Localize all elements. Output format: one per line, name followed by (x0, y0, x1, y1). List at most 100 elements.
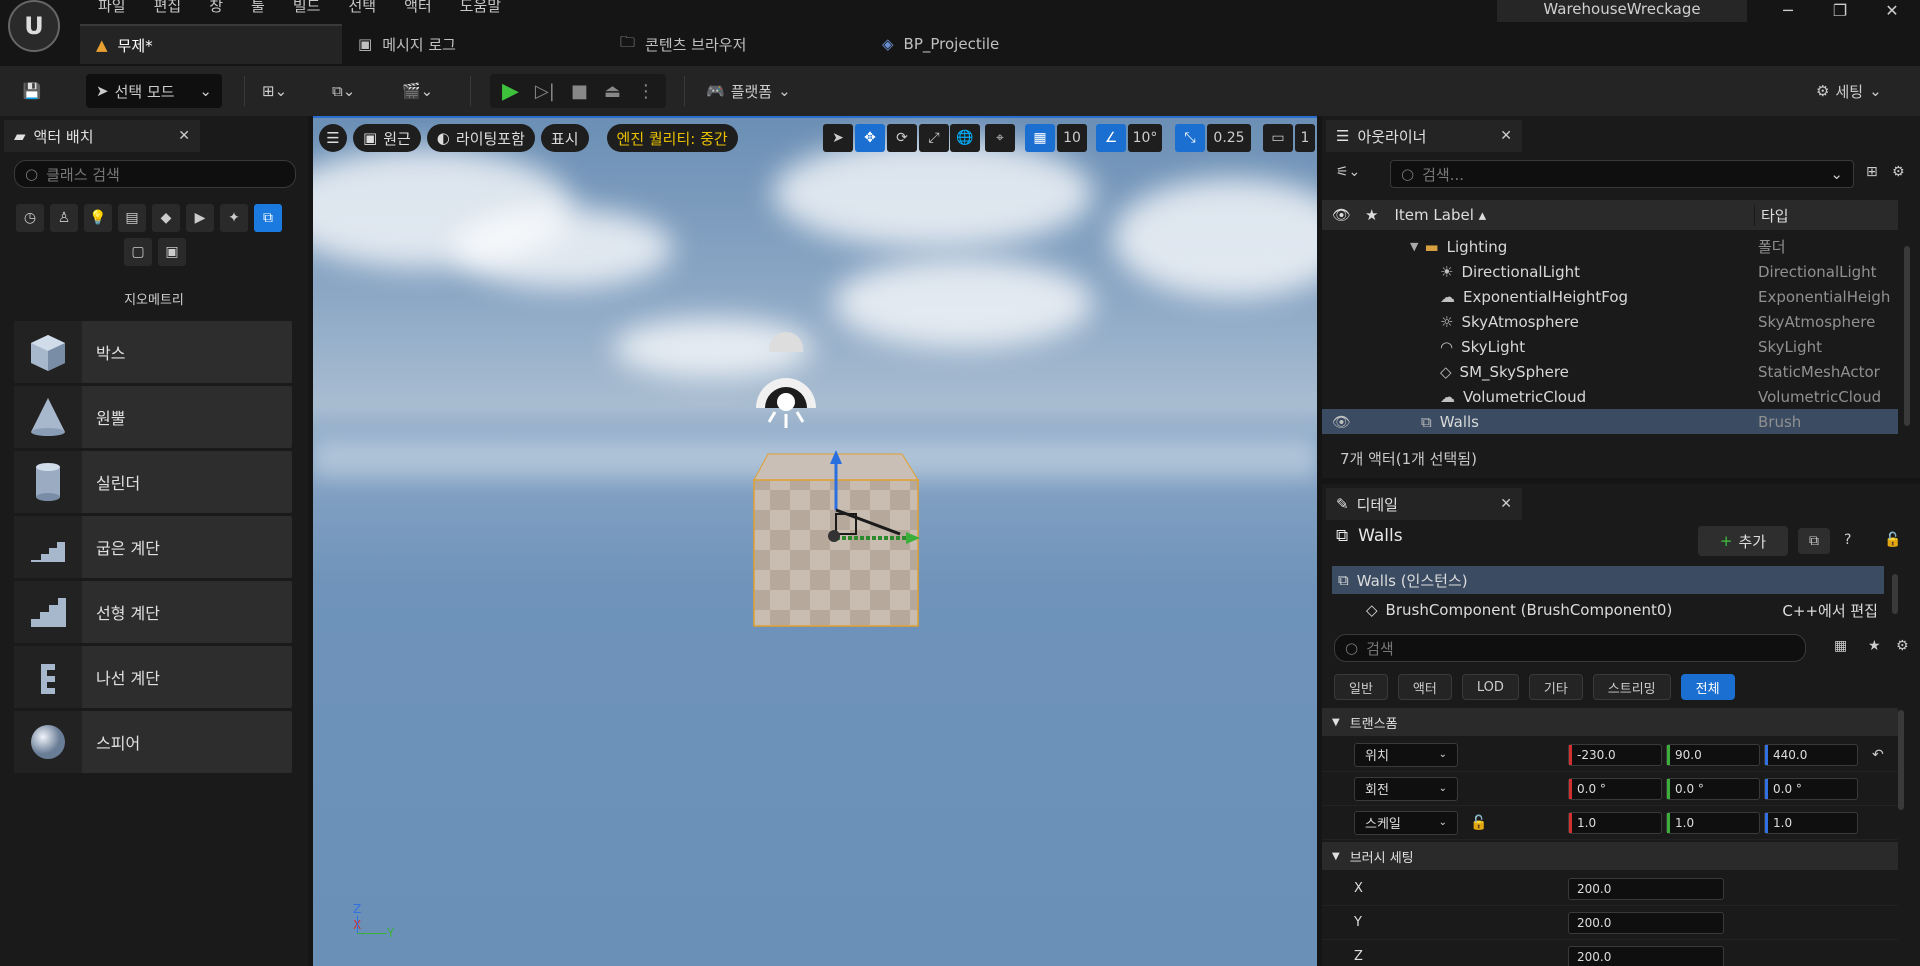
camera-speed-value[interactable]: 1 (1295, 124, 1315, 152)
engine-quality-badge[interactable]: 엔진 퀄리티: 중간 (606, 124, 738, 152)
filter-misc[interactable]: 기타 (1528, 674, 1583, 700)
menu-window[interactable]: 창 (195, 0, 237, 16)
details-search-input[interactable]: ○ 검색 (1334, 634, 1806, 662)
rotation-y-field[interactable]: 0.0 ° (1666, 777, 1760, 800)
volumes-icon[interactable]: ▶ (186, 204, 214, 232)
close-icon[interactable]: ✕ (178, 128, 190, 144)
cinematic-icon[interactable]: ▤ (118, 204, 146, 232)
scale-z-field[interactable]: 1.0 (1764, 811, 1858, 834)
brush-z-field[interactable]: 200.0 (1568, 945, 1724, 966)
outliner-tab[interactable]: ☰ 아웃라이너 ✕ (1326, 120, 1522, 152)
outliner-scrollbar[interactable] (1904, 246, 1910, 426)
rotate-icon[interactable]: ⟳ (887, 124, 917, 152)
outliner-search-input[interactable]: ○ 검색... ⌄ (1390, 160, 1854, 188)
geo-item-cone[interactable]: 원뿔 (14, 386, 292, 448)
scale-snap-icon[interactable]: ⤡ (1175, 124, 1205, 152)
angle-snap-icon[interactable]: ∠ (1096, 124, 1126, 152)
add-actor-icon[interactable]: ⊞⌄ (262, 74, 287, 108)
close-icon[interactable]: ✕ (1500, 128, 1512, 144)
location-y-field[interactable]: 90.0 (1666, 743, 1760, 766)
globe-icon[interactable]: 🌐 (950, 124, 980, 152)
menu-edit[interactable]: 편집 (140, 0, 196, 16)
geo-item-box[interactable]: 박스 (14, 321, 292, 383)
outliner-row-selected[interactable]: 👁 ⧉ Walls Brush (1322, 409, 1898, 434)
lighting-mode-button[interactable]: ◐ 라이팅포함 (426, 124, 535, 152)
visual-effects-icon[interactable]: ◆ (152, 204, 180, 232)
basic-icon[interactable]: ♙ (50, 204, 78, 232)
brush-settings-section[interactable]: ▼ 브러시 세팅 (1322, 842, 1898, 870)
menu-actor[interactable]: 액터 (390, 0, 446, 16)
filter-icon[interactable]: ⚟⌄ (1336, 164, 1360, 180)
blueprint-menu-icon[interactable]: ⧉⌄ (332, 74, 355, 108)
filter-general[interactable]: 일반 (1334, 674, 1388, 700)
geo-item-spiral-stair[interactable]: 나선 계단 (14, 646, 292, 708)
scale-icon[interactable]: ⤢ (919, 124, 949, 152)
grid-snap-icon[interactable]: ▦ (1025, 124, 1055, 152)
menu-help[interactable]: 도움말 (446, 0, 515, 16)
details-scrollbar[interactable] (1898, 710, 1904, 810)
place-actors-tab[interactable]: ▰ 액터 배치 ✕ (4, 120, 200, 152)
volumes2-icon[interactable]: ▣ (158, 238, 186, 266)
class-search-input[interactable]: ○ 클래스 검색 (14, 160, 296, 188)
play-icon[interactable]: ▶ (502, 79, 519, 104)
tab-bp-projectile[interactable]: ◈ BP_Projectile (866, 24, 1066, 64)
filter-streaming[interactable]: 스트리밍 (1592, 674, 1671, 700)
tab-content-browser[interactable]: 🗀 콘텐츠 브라우저 (604, 24, 866, 64)
table-view-icon[interactable]: ▦ (1834, 638, 1847, 654)
transform-section[interactable]: ▼ 트랜스폼 (1322, 708, 1898, 736)
edit-in-cpp-link[interactable]: C++에서 편집 (1782, 600, 1878, 621)
outliner-row[interactable]: ☼ SkyAtmosphere SkyAtmosphere (1322, 309, 1898, 334)
rotation-z-field[interactable]: 0.0 ° (1764, 777, 1858, 800)
details-tab[interactable]: ✎ 디테일 ✕ (1326, 488, 1522, 520)
component-instance-row[interactable]: ⧉ Walls (인스턴스) (1332, 566, 1884, 594)
brush-x-field[interactable]: 200.0 (1568, 877, 1724, 900)
scale-snap-value[interactable]: 0.25 (1207, 124, 1251, 152)
item-label-column[interactable]: Item Label ▴ (1395, 206, 1487, 224)
recent-icon[interactable]: ◷ (16, 204, 44, 232)
hamburger-menu-icon[interactable]: ☰ (319, 124, 347, 152)
tab-level[interactable]: ▲ 무제* (80, 24, 342, 64)
expand-arrow-icon[interactable]: ▼ (1410, 240, 1418, 253)
add-folder-icon[interactable]: ⊞ (1866, 164, 1878, 180)
surface-snap-icon[interactable]: ⌖ (985, 124, 1015, 152)
outliner-row[interactable]: ◠ SkyLight SkyLight (1322, 334, 1898, 359)
shapes-icon[interactable]: ▢ (124, 238, 152, 266)
outliner-row[interactable]: ▼ ▬ Lighting 폴더 (1322, 234, 1898, 259)
filter-lod[interactable]: LOD (1461, 674, 1519, 700)
all-classes-icon[interactable]: ✦ (220, 204, 248, 232)
platform-dropdown[interactable]: 🎮 플랫폼 ⌄ (706, 74, 791, 108)
geo-item-linear-stair[interactable]: 선형 계단 (14, 581, 292, 643)
type-column[interactable]: 타입 (1754, 204, 1789, 226)
reset-icon[interactable]: ↶ (1872, 747, 1884, 763)
add-component-button[interactable]: + 추가 (1698, 526, 1788, 556)
blueprint-convert-icon[interactable]: ⧉ (1798, 528, 1830, 554)
visibility-col-icon[interactable]: 👁 (1332, 206, 1351, 224)
component-row[interactable]: ◇ BrushComponent (BrushComponent0) C++에서… (1332, 596, 1884, 624)
geo-item-curved-stair[interactable]: 굽은 계단 (14, 516, 292, 578)
select-arrow-icon[interactable]: ➤ (823, 124, 853, 152)
geometry-icon[interactable]: ⧉ (254, 204, 282, 232)
tab-message-log[interactable]: ▣ 메시지 로그 (342, 24, 604, 64)
scale-y-field[interactable]: 1.0 (1666, 811, 1760, 834)
location-dropdown[interactable]: 위치 ⌄ (1354, 742, 1458, 767)
outliner-row[interactable]: ☁ VolumetricCloud VolumetricCloud (1322, 384, 1898, 409)
restore-icon[interactable]: ❐ (1820, 0, 1860, 24)
filter-actor[interactable]: 액터 (1397, 674, 1452, 700)
scale-dropdown[interactable]: 스케일 ⌄ (1354, 810, 1458, 835)
unlock-icon[interactable]: 🔓 (1470, 815, 1487, 831)
lock-icon[interactable]: 🔓 (1884, 532, 1901, 548)
settings-button[interactable]: ⚙ 세팅 ⌄ (1816, 74, 1882, 108)
location-z-field[interactable]: 440.0 (1764, 743, 1858, 766)
location-x-field[interactable]: -230.0 (1568, 743, 1662, 766)
menu-select[interactable]: 선택 (334, 0, 390, 16)
outliner-row[interactable]: ☀ DirectionalLight DirectionalLight (1322, 259, 1898, 284)
components-scrollbar[interactable] (1892, 574, 1898, 614)
grid-snap-value[interactable]: 10 (1057, 124, 1087, 152)
filter-all[interactable]: 전체 (1680, 674, 1735, 700)
selection-mode-dropdown[interactable]: ➤ 선택 모드 ⌄ (86, 74, 222, 108)
minimize-icon[interactable]: ─ (1768, 0, 1808, 24)
scale-x-field[interactable]: 1.0 (1568, 811, 1662, 834)
cinematics-icon[interactable]: 🎬⌄ (402, 74, 433, 108)
menu-tools[interactable]: 툴 (237, 0, 279, 16)
close-window-icon[interactable]: ✕ (1872, 0, 1912, 24)
